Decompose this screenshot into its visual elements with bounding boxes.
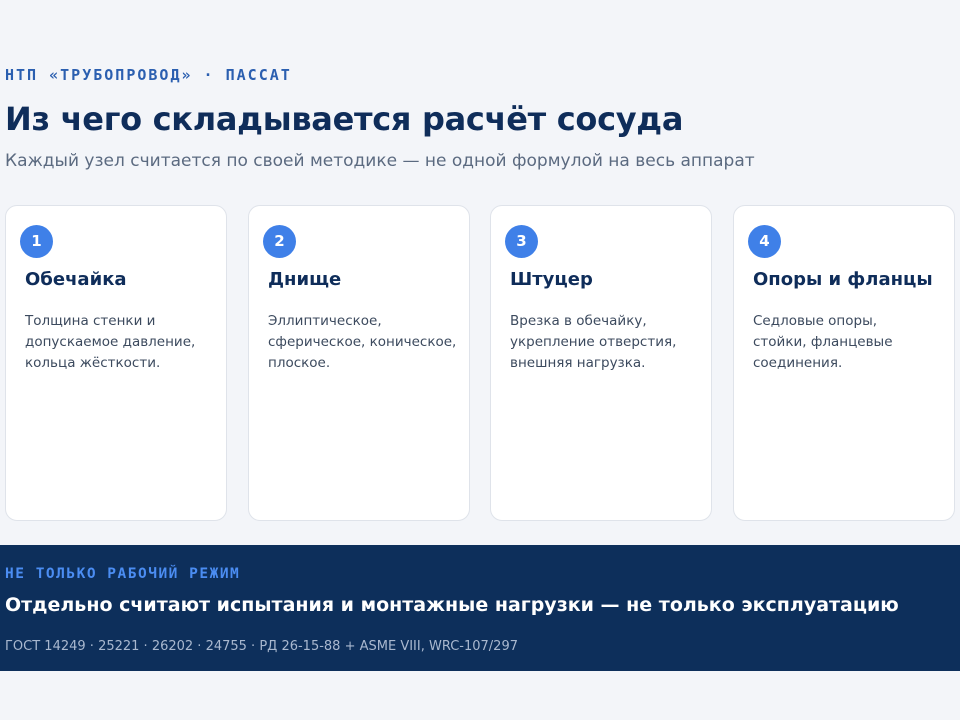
card-description-line: стойки, фланцевые [753,334,893,350]
card-title: Днище [268,269,342,290]
card-description: Врезка в обечайку, укрепление отверстия,… [510,311,705,374]
card-description-line: Эллиптическое, [268,313,382,329]
card-description-line: кольца жёсткости. [25,355,161,371]
card-description: Толщина стенки и допускаемое давление, к… [25,311,220,374]
card-description-line: соединения. [753,355,843,371]
card-head: 2 Днище Эллиптическое, сферическое, кони… [248,205,470,521]
step-number-badge: 3 [505,225,538,258]
card-description: Эллиптическое, сферическое, коническое, … [268,311,463,374]
card-supports-flanges: 4 Опоры и фланцы Седловые опоры, стойки,… [733,205,955,521]
card-description-line: Врезка в обечайку, [510,313,647,329]
info-banner: НЕ ТОЛЬКО РАБОЧИЙ РЕЖИМ Отдельно считают… [0,545,960,671]
card-description-line: укрепление отверстия, [510,334,677,350]
page-title: Из чего складывается расчёт сосуда [5,100,684,138]
page-subtitle: Каждый узел считается по своей методике … [5,151,755,171]
step-number-badge: 1 [20,225,53,258]
card-title: Обечайка [25,269,127,290]
card-description-line: сферическое, коническое, [268,334,457,350]
card-description-line: допускаемое давление, [25,334,196,350]
brand-eyebrow: НТП «ТРУБОПРОВОД» · ПАССАТ [5,66,292,84]
card-description-line: внешняя нагрузка. [510,355,646,371]
card-description-line: плоское. [268,355,331,371]
card-shell: 1 Обечайка Толщина стенки и допускаемое … [5,205,227,521]
standards-note: ГОСТ 14249 · 25221 · 26202 · 24755 · РД … [5,639,518,654]
card-nozzle: 3 Штуцер Врезка в обечайку, укрепление о… [490,205,712,521]
banner-eyebrow: НЕ ТОЛЬКО РАБОЧИЙ РЕЖИМ [5,566,241,582]
step-number-badge: 2 [263,225,296,258]
card-title: Штуцер [510,269,593,290]
component-cards: 1 Обечайка Толщина стенки и допускаемое … [5,205,956,521]
card-description: Седловые опоры, стойки, фланцевые соедин… [753,311,948,374]
card-description-line: Седловые опоры, [753,313,878,329]
card-title: Опоры и фланцы [753,269,933,290]
banner-title: Отдельно считают испытания и монтажные н… [5,594,899,616]
card-description-line: Толщина стенки и [25,313,156,329]
step-number-badge: 4 [748,225,781,258]
